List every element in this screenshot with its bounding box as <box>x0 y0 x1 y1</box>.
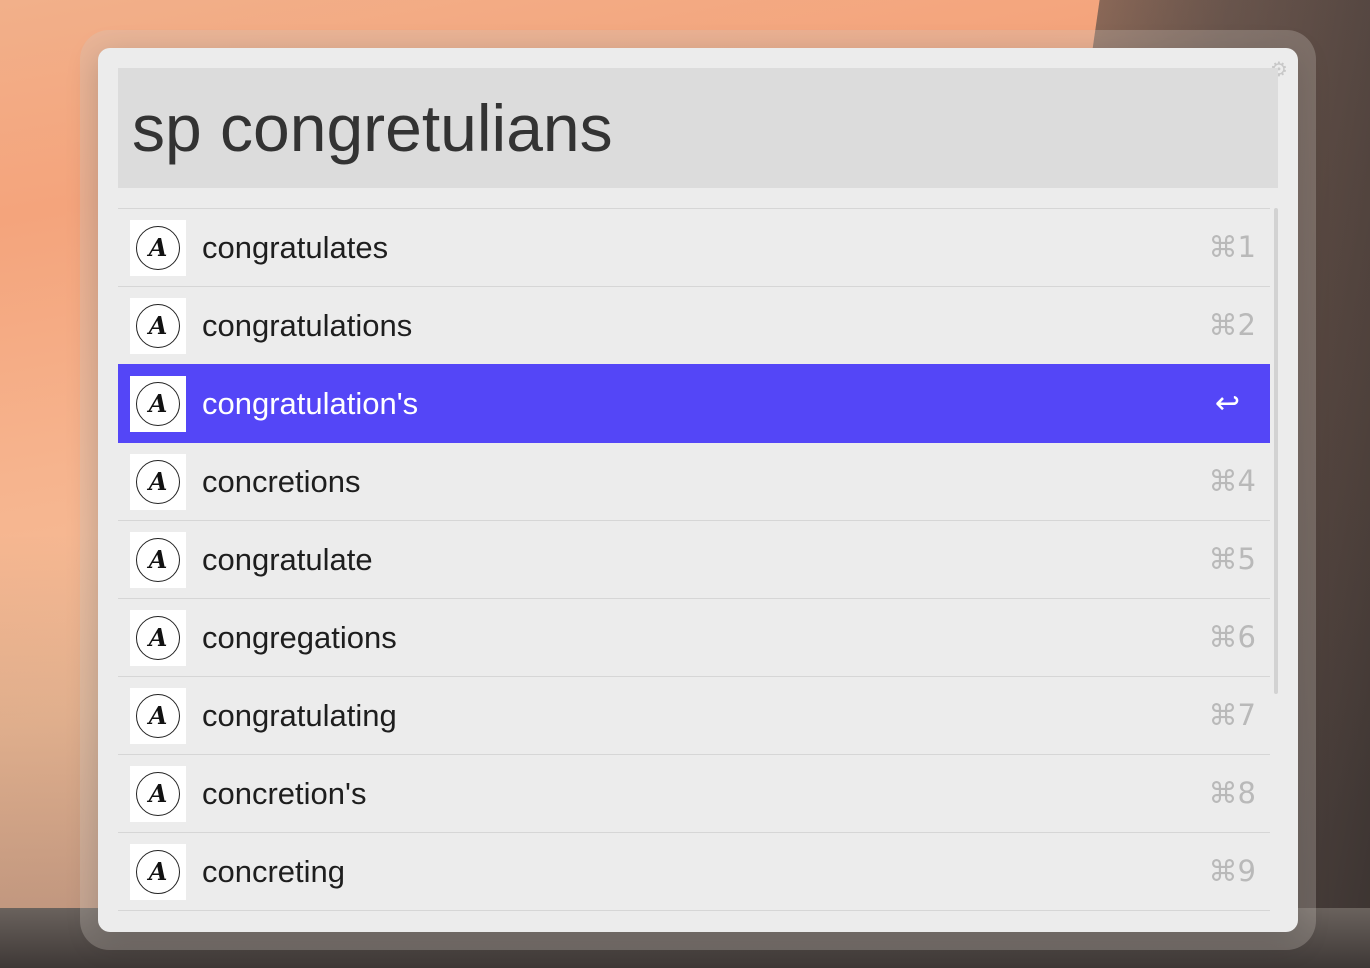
result-row-7[interactable]: A congratulating ⌘7 <box>118 676 1270 754</box>
result-row-4[interactable]: A concretions ⌘4 <box>118 442 1270 520</box>
result-label: congratulations <box>202 307 413 343</box>
dictionary-icon: A <box>130 765 186 822</box>
result-row-2[interactable]: A congratulations ⌘2 <box>118 286 1270 364</box>
results-scrollbar[interactable] <box>1274 208 1278 694</box>
result-row-3-selected[interactable]: A congratulation's ↩ <box>118 364 1270 442</box>
search-query-text[interactable]: sp congretulians <box>132 68 1278 188</box>
result-label: concretion's <box>202 775 367 811</box>
dictionary-icon: A <box>130 375 186 432</box>
result-label: congregations <box>202 619 397 655</box>
dictionary-icon: A <box>130 687 186 744</box>
launcher-window: ⚙ sp congretulians A congratulates ⌘1 A … <box>98 48 1298 932</box>
dictionary-icon: A <box>130 609 186 666</box>
shortcut-hint: ⌘6 <box>1208 620 1256 654</box>
shortcut-hint: ⌘8 <box>1208 776 1256 810</box>
result-row-6[interactable]: A congregations ⌘6 <box>118 598 1270 676</box>
result-label: congratulate <box>202 541 373 577</box>
shortcut-hint: ⌘7 <box>1208 698 1256 732</box>
result-row-5[interactable]: A congratulate ⌘5 <box>118 520 1270 598</box>
results-list: A congratulates ⌘1 A congratulations ⌘2 … <box>118 208 1270 911</box>
result-label: congratulating <box>202 697 397 733</box>
shortcut-hint: ⌘9 <box>1208 854 1256 888</box>
return-key-icon: ↩ <box>1214 386 1240 421</box>
shortcut-hint: ⌘2 <box>1208 308 1256 342</box>
dictionary-icon: A <box>130 843 186 900</box>
shortcut-hint: ⌘1 <box>1208 230 1256 264</box>
result-row-8[interactable]: A concretion's ⌘8 <box>118 754 1270 832</box>
result-label: congratulates <box>202 229 389 265</box>
dictionary-icon: A <box>130 297 186 354</box>
result-label: concreting <box>202 853 346 889</box>
search-field[interactable]: sp congretulians <box>118 68 1278 188</box>
dictionary-icon: A <box>130 219 186 276</box>
result-row-9[interactable]: A concreting ⌘9 <box>118 832 1270 911</box>
shortcut-hint: ⌘5 <box>1208 542 1256 576</box>
result-label: concretions <box>202 463 361 499</box>
dictionary-icon: A <box>130 453 186 510</box>
result-row-1[interactable]: A congratulates ⌘1 <box>118 208 1270 286</box>
shortcut-hint: ⌘4 <box>1208 464 1256 498</box>
dictionary-icon: A <box>130 531 186 588</box>
result-label: congratulation's <box>202 385 419 421</box>
